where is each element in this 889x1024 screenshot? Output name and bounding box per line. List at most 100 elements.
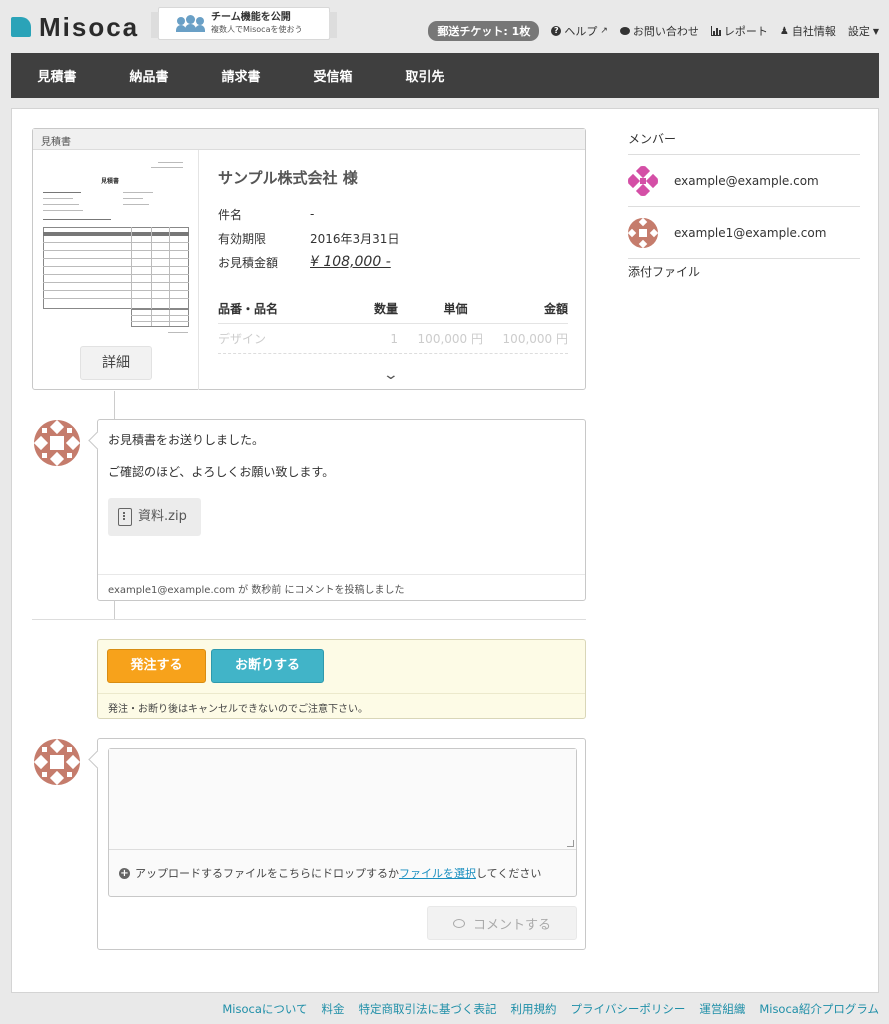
subject-row: 件名 - <box>218 202 568 226</box>
col-unit-price: 単価 <box>443 302 468 316</box>
action-note: 発注・お断り後はキャンセルできないのでご注意下さい。 <box>98 693 585 719</box>
submit-comment-label: コメントする <box>472 917 551 933</box>
file-dropzone[interactable]: + アップロードするファイルをこちらにドロップするか ファイルを選択 してください <box>119 865 541 881</box>
company-info-link[interactable]: ♟ 自社情報 <box>780 23 836 39</box>
amount-row: お見積金額 ¥ 108,000 - <box>218 250 568 274</box>
footer-link-referral[interactable]: Misoca紹介プログラム <box>759 1001 879 1017</box>
avatar <box>628 217 658 248</box>
report-link[interactable]: レポート <box>710 23 768 39</box>
attachments-title: 添付ファイル <box>628 265 701 279</box>
amount-label: お見積金額 <box>218 255 279 270</box>
avatar <box>34 739 80 785</box>
contact-link[interactable]: お問い合わせ <box>619 23 699 39</box>
decline-button[interactable]: お断りする <box>211 649 324 683</box>
attachment-name: 資料.zip <box>138 509 187 524</box>
footer-link-pricing[interactable]: 料金 <box>322 1001 345 1017</box>
footer-link-organization[interactable]: 運営組織 <box>699 1001 745 1017</box>
timeline-line <box>114 600 115 620</box>
cell-item-name: デザイン <box>218 332 267 346</box>
comment-line-1: お見積書をお送りしました。 <box>108 433 265 447</box>
response-actions: 発注する お断りする 発注・お断り後はキャンセルできないのでご注意下さい。 <box>97 639 586 719</box>
amount-value: ¥ 108,000 - <box>310 254 391 270</box>
logo-mark-icon <box>11 17 31 37</box>
member-item: example@example.com <box>628 155 860 207</box>
comment: お見積書をお送りしました。 ご確認のほど、よろしくお願い致します。 資料.zip… <box>97 419 586 601</box>
estimate-preview: 見積書 <box>43 160 189 335</box>
banner-subtitle: 複数人でMisocaを使おう <box>211 24 303 34</box>
zip-file-icon <box>118 508 132 526</box>
plus-circle-icon: + <box>119 867 130 879</box>
submit-comment-button[interactable]: コメントする <box>427 906 577 940</box>
col-amount: 金額 <box>543 302 568 316</box>
cell-quantity: 1 <box>390 331 398 346</box>
estimate-thumbnail[interactable]: 見積書 詳細 <box>33 150 199 390</box>
banner-title: チーム機能を公開 <box>211 11 291 23</box>
avatar <box>628 165 658 196</box>
chat-bubble-icon <box>619 27 630 35</box>
main-container: 見積書 見積書 詳細 サンプル株式会社 様 件名 - 有効期限 2016年3月3… <box>11 108 879 993</box>
team-feature-banner[interactable]: チーム機能を公開 複数人でMisocaを使おう <box>151 7 337 40</box>
dropzone-prefix: アップロードするファイルをこちらにドロップするか <box>135 867 399 880</box>
top-nav: 郵送チケット: 1枚 ? ヘルプ ↗ お問い合わせ レポート ♟ 自社情報 設定… <box>428 21 879 41</box>
detail-button[interactable]: 詳細 <box>80 346 152 380</box>
col-item-name: 品番・品名 <box>218 302 279 316</box>
dropzone-suffix: してください <box>476 867 542 880</box>
top-bar: Misoca チーム機能を公開 複数人でMisocaを使おう 郵送チケット: 1… <box>0 0 889 53</box>
subject-value: - <box>310 207 315 221</box>
settings-label: 設定 <box>847 25 870 38</box>
nav-invoices[interactable]: 請求書 <box>195 66 287 85</box>
report-label: レポート <box>723 25 768 38</box>
estimate-card-label: 見積書 <box>33 129 585 150</box>
order-button[interactable]: 発注する <box>107 649 206 683</box>
choose-file-link[interactable]: ファイルを選択 <box>399 865 476 881</box>
subject-label: 件名 <box>218 207 243 222</box>
col-quantity: 数量 <box>373 302 398 316</box>
settings-menu[interactable]: 設定 ▼ <box>848 23 879 39</box>
table-row: デザイン 1 100,000 円 100,000 円 <box>218 324 568 354</box>
member-item: example1@example.com <box>628 207 860 259</box>
member-email: example1@example.com <box>674 225 827 240</box>
footer-link-privacy[interactable]: プライバシーポリシー <box>571 1001 686 1017</box>
member-email: example@example.com <box>674 173 819 188</box>
logo[interactable]: Misoca <box>11 14 139 40</box>
thumb-title: 見積書 <box>101 178 120 185</box>
expiry-value: 2016年3月31日 <box>310 231 400 246</box>
footer-link-about[interactable]: Misocaについて <box>222 1001 307 1017</box>
comment-meta: example1@example.com が 数秒前 にコメントを投稿しました <box>98 574 585 600</box>
members-title: メンバー <box>628 127 860 155</box>
help-link[interactable]: ? ヘルプ ↗ <box>551 23 608 39</box>
estimate-info: サンプル株式会社 様 件名 - 有効期限 2016年3月31日 お見積金額 ¥ … <box>218 167 568 354</box>
comment-composer: + アップロードするファイルをこちらにドロップするか ファイルを選択 してください … <box>97 738 586 950</box>
company-info-label: 自社情報 <box>791 25 836 38</box>
compose-box: + アップロードするファイルをこちらにドロップするか ファイルを選択 してください <box>108 748 577 897</box>
nav-estimates[interactable]: 見積書 <box>11 66 103 85</box>
user-icon: ♟ <box>779 25 789 37</box>
cell-amount: 100,000 円 <box>502 332 568 346</box>
expiry-label: 有効期限 <box>218 231 267 246</box>
sidebar: メンバー example@example.com example1@exampl… <box>628 127 860 280</box>
attachment-file[interactable]: 資料.zip <box>108 498 201 536</box>
comment-textarea[interactable] <box>109 749 576 850</box>
question-icon: ? <box>551 26 562 36</box>
nav-inbox[interactable]: 受信箱 <box>287 66 379 85</box>
divider <box>32 619 586 620</box>
people-icon <box>176 14 205 33</box>
bar-chart-icon <box>710 26 721 36</box>
help-label: ヘルプ <box>564 25 598 38</box>
nav-delivery-notes[interactable]: 納品書 <box>103 66 195 85</box>
items-header: 品番・品名 数量 単価 金額 <box>218 294 568 324</box>
footer-links: Misocaについて 料金 特定商取引法に基づく表記 利用規約 プライバシーポリ… <box>222 1001 879 1017</box>
client-name: サンプル株式会社 様 <box>218 169 358 187</box>
chevron-down-icon[interactable]: ⌄ <box>383 367 399 383</box>
expiry-row: 有効期限 2016年3月31日 <box>218 226 568 250</box>
comment-line-2: ご確認のほど、よろしくお願い致します。 <box>108 465 335 479</box>
main-nav: 見積書 納品書 請求書 受信箱 取引先 <box>11 53 879 98</box>
comment-bubble-icon <box>452 918 465 928</box>
mail-ticket-badge[interactable]: 郵送チケット: 1枚 <box>428 21 540 41</box>
footer-link-legal[interactable]: 特定商取引法に基づく表記 <box>359 1001 497 1017</box>
estimate-card: 見積書 見積書 詳細 サンプル株式会社 様 件名 - 有効期限 2016年3月3… <box>32 128 586 390</box>
nav-clients[interactable]: 取引先 <box>379 66 471 85</box>
footer-link-terms[interactable]: 利用規約 <box>511 1001 557 1017</box>
resize-handle-icon[interactable] <box>567 840 574 847</box>
logo-text: Misoca <box>39 12 140 42</box>
